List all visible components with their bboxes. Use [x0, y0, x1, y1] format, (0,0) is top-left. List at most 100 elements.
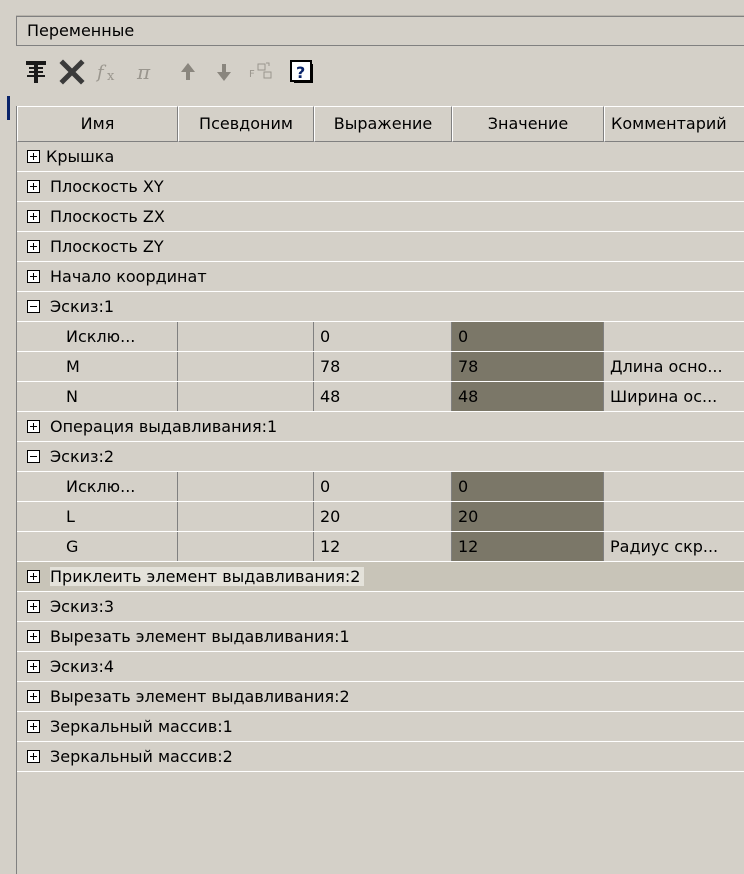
- table-rows: Крышка Плоскость XY Плоскость ZX Плоскос…: [17, 142, 744, 772]
- expand-icon[interactable]: [27, 270, 40, 283]
- expand-icon[interactable]: [27, 750, 40, 763]
- focus-marker: [7, 96, 10, 120]
- column-header-alias[interactable]: Псевдоним: [178, 106, 314, 142]
- variable-name[interactable]: Исклю...: [17, 472, 178, 501]
- group-row[interactable]: Вырезать элемент выдавливания:1: [17, 622, 744, 652]
- group-label: Эскиз:4: [50, 657, 115, 676]
- collapse-icon[interactable]: [27, 300, 40, 313]
- help-icon[interactable]: ?: [284, 54, 320, 90]
- expand-icon[interactable]: [27, 240, 40, 253]
- group-row[interactable]: Зеркальный массив:1: [17, 712, 744, 742]
- group-label: Операция выдавливания:1: [50, 417, 278, 436]
- variable-alias[interactable]: [178, 502, 314, 531]
- pi-icon[interactable]: π: [128, 54, 164, 90]
- variable-value: 0: [452, 322, 604, 351]
- expand-icon[interactable]: [27, 420, 40, 433]
- table-row[interactable]: Исклю... 0 0: [17, 322, 744, 352]
- variable-comment[interactable]: [604, 472, 744, 501]
- column-header-name[interactable]: Имя: [17, 106, 178, 142]
- variable-value: 20: [452, 502, 604, 531]
- expand-icon[interactable]: [27, 570, 40, 583]
- group-row[interactable]: Начало координат: [17, 262, 744, 292]
- variable-comment[interactable]: Длина осно...: [604, 352, 744, 381]
- table-row[interactable]: G 12 12 Радиус скр...: [17, 532, 744, 562]
- collapse-icon[interactable]: [27, 450, 40, 463]
- group-row[interactable]: Эскиз:1: [17, 292, 744, 322]
- variable-expression[interactable]: 0: [314, 472, 452, 501]
- svg-text:f: f: [95, 62, 107, 83]
- variable-comment[interactable]: Радиус скр...: [604, 532, 744, 561]
- group-row[interactable]: Операция выдавливания:1: [17, 412, 744, 442]
- group-label: Вырезать элемент выдавливания:2: [50, 687, 350, 706]
- table-row[interactable]: N 48 48 Ширина ос...: [17, 382, 744, 412]
- group-row[interactable]: Эскиз:2: [17, 442, 744, 472]
- variable-expression[interactable]: 0: [314, 322, 452, 351]
- variable-alias[interactable]: [178, 322, 314, 351]
- expand-icon[interactable]: [27, 210, 40, 223]
- group-label: Начало координат: [50, 267, 207, 286]
- panel-title: Переменные: [16, 16, 744, 46]
- variable-expression[interactable]: 48: [314, 382, 452, 411]
- left-edge-strip: [0, 0, 16, 874]
- variable-value: 12: [452, 532, 604, 561]
- group-row[interactable]: Плоскость ZY: [17, 232, 744, 262]
- variable-comment[interactable]: Ширина ос...: [604, 382, 744, 411]
- delete-icon[interactable]: [54, 54, 90, 90]
- group-label: Вырезать элемент выдавливания:1: [50, 627, 350, 646]
- group-row[interactable]: Вырезать элемент выдавливания:2: [17, 682, 744, 712]
- table-row[interactable]: M 78 78 Длина осно...: [17, 352, 744, 382]
- svg-text:x: x: [107, 69, 115, 84]
- column-header-expression[interactable]: Выражение: [314, 106, 452, 142]
- expand-icon[interactable]: [27, 660, 40, 673]
- group-row[interactable]: Зеркальный массив:2: [17, 742, 744, 772]
- top-edge: [16, 0, 744, 16]
- variable-name[interactable]: G: [17, 532, 178, 561]
- expand-icon[interactable]: [27, 600, 40, 613]
- expand-icon[interactable]: [27, 690, 40, 703]
- group-label: Плоскость ZY: [50, 237, 164, 256]
- variable-expression[interactable]: 78: [314, 352, 452, 381]
- table-header: Имя Псевдоним Выражение Значение Коммент…: [17, 106, 744, 142]
- svg-text:π: π: [136, 60, 151, 84]
- svg-text:F: F: [249, 69, 255, 80]
- variable-alias[interactable]: [178, 532, 314, 561]
- group-row[interactable]: Эскиз:4: [17, 652, 744, 682]
- group-row[interactable]: Крышка: [17, 142, 744, 172]
- variable-name[interactable]: L: [17, 502, 178, 531]
- group-row[interactable]: Эскиз:3: [17, 592, 744, 622]
- expand-icon[interactable]: [27, 720, 40, 733]
- variable-comment[interactable]: [604, 502, 744, 531]
- variable-value: 78: [452, 352, 604, 381]
- expand-icon[interactable]: [27, 180, 40, 193]
- column-header-value[interactable]: Значение: [452, 106, 604, 142]
- column-header-comment[interactable]: Комментарий: [604, 106, 744, 142]
- variable-alias[interactable]: [178, 352, 314, 381]
- variable-name[interactable]: Исклю...: [17, 322, 178, 351]
- expand-icon[interactable]: [27, 630, 40, 643]
- table-row[interactable]: Исклю... 0 0: [17, 472, 744, 502]
- move-down-icon[interactable]: [206, 54, 242, 90]
- group-label: Зеркальный массив:2: [50, 747, 233, 766]
- variable-name[interactable]: N: [17, 382, 178, 411]
- insert-variable-icon[interactable]: [18, 54, 54, 90]
- move-up-icon[interactable]: [170, 54, 206, 90]
- variable-value: 0: [452, 472, 604, 501]
- variable-name[interactable]: M: [17, 352, 178, 381]
- variable-comment[interactable]: [604, 322, 744, 351]
- variable-expression[interactable]: 20: [314, 502, 452, 531]
- group-row[interactable]: Плоскость XY: [17, 172, 744, 202]
- table-row[interactable]: L 20 20: [17, 502, 744, 532]
- filter-icon[interactable]: F: [244, 54, 280, 90]
- variables-table: Имя Псевдоним Выражение Значение Коммент…: [16, 106, 744, 874]
- group-label: Плоскость ZX: [50, 207, 165, 226]
- group-row-selected[interactable]: Приклеить элемент выдавливания:2: [17, 562, 744, 592]
- variable-alias[interactable]: [178, 472, 314, 501]
- variable-expression[interactable]: 12: [314, 532, 452, 561]
- svg-text:?: ?: [296, 63, 305, 82]
- group-label: Зеркальный массив:1: [50, 717, 233, 736]
- group-label: Плоскость XY: [50, 177, 164, 196]
- expand-icon[interactable]: [27, 150, 40, 163]
- function-icon[interactable]: f x: [92, 54, 128, 90]
- group-row[interactable]: Плоскость ZX: [17, 202, 744, 232]
- variable-alias[interactable]: [178, 382, 314, 411]
